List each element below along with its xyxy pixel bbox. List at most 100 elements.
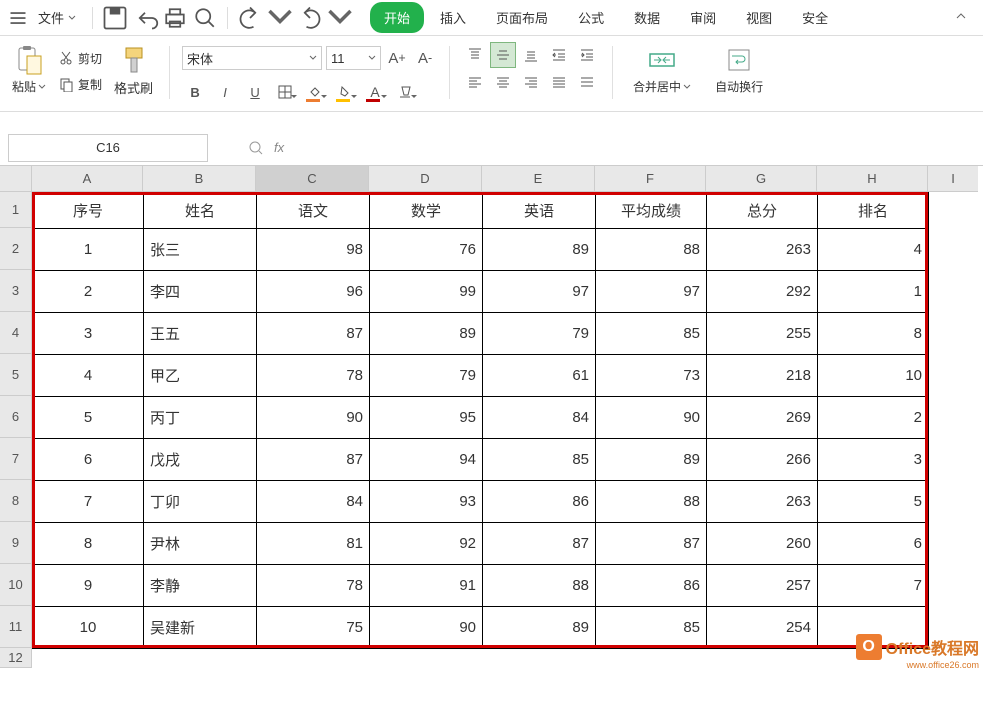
cell[interactable]: 87 [257, 439, 370, 481]
cell[interactable]: 87 [596, 523, 707, 565]
header-cell[interactable]: 英语 [483, 193, 596, 229]
align-right-button[interactable] [518, 70, 544, 96]
cell[interactable]: 6 [818, 523, 929, 565]
name-box[interactable]: C16 [8, 134, 208, 162]
cell[interactable]: 2 [33, 271, 144, 313]
col-header[interactable]: C [256, 166, 369, 192]
row-header[interactable]: 7 [0, 438, 32, 480]
align-top-button[interactable] [462, 42, 488, 68]
cell[interactable]: 85 [596, 607, 707, 649]
cell[interactable]: 3 [33, 313, 144, 355]
cell[interactable]: 91 [370, 565, 483, 607]
cell[interactable]: 95 [370, 397, 483, 439]
increase-font-button[interactable]: A+ [385, 46, 409, 70]
col-header[interactable]: E [482, 166, 595, 192]
tab-data[interactable]: 数据 [620, 2, 674, 33]
cell[interactable]: 李四 [144, 271, 257, 313]
cell-grid[interactable]: 序号 姓名 语文 数学 英语 平均成绩 总分 排名 1 张三 98 76 89 … [32, 192, 929, 668]
redo-dropdown[interactable] [296, 4, 324, 32]
header-cell[interactable]: 语文 [257, 193, 370, 229]
cell[interactable]: 丁卯 [144, 481, 257, 523]
cell[interactable]: 9 [33, 565, 144, 607]
row-header[interactable]: 1 [0, 192, 32, 228]
tab-view[interactable]: 视图 [732, 2, 786, 33]
cell[interactable]: 75 [257, 607, 370, 649]
cell[interactable]: 94 [370, 439, 483, 481]
cell[interactable]: 96 [257, 271, 370, 313]
align-middle-button[interactable] [490, 42, 516, 68]
row-header[interactable]: 9 [0, 522, 32, 564]
print-button[interactable] [161, 4, 189, 32]
header-cell[interactable]: 总分 [707, 193, 818, 229]
cell[interactable]: 8 [818, 313, 929, 355]
cell[interactable]: 戊戌 [144, 439, 257, 481]
tab-review[interactable]: 审阅 [676, 2, 730, 33]
cell[interactable]: 263 [707, 481, 818, 523]
highlight-button[interactable] [332, 79, 358, 105]
bold-button[interactable]: B [182, 79, 208, 105]
align-bottom-button[interactable] [518, 42, 544, 68]
cell[interactable]: 93 [370, 481, 483, 523]
cell[interactable]: 254 [707, 607, 818, 649]
cell[interactable]: 8 [33, 523, 144, 565]
border-button[interactable] [272, 79, 298, 105]
print-preview-button[interactable] [191, 4, 219, 32]
cell[interactable]: 84 [257, 481, 370, 523]
cell[interactable]: 88 [596, 481, 707, 523]
cell[interactable]: 269 [707, 397, 818, 439]
row-header[interactable]: 10 [0, 564, 32, 606]
cell[interactable]: 81 [257, 523, 370, 565]
cell[interactable]: 85 [483, 439, 596, 481]
cell[interactable]: 6 [33, 439, 144, 481]
cell[interactable]: 73 [596, 355, 707, 397]
cell[interactable]: 7 [818, 565, 929, 607]
cell[interactable]: 76 [370, 229, 483, 271]
cell[interactable]: 292 [707, 271, 818, 313]
decrease-indent-button[interactable] [546, 42, 572, 68]
cell[interactable]: 97 [483, 271, 596, 313]
cell[interactable]: 7 [33, 481, 144, 523]
cell[interactable]: 79 [370, 355, 483, 397]
cell[interactable]: 79 [483, 313, 596, 355]
cell[interactable]: 尹林 [144, 523, 257, 565]
font-color-button[interactable]: A [362, 79, 388, 105]
underline-button[interactable]: U [242, 79, 268, 105]
cell[interactable]: 4 [818, 229, 929, 271]
tab-formula[interactable]: 公式 [564, 2, 618, 33]
tab-insert[interactable]: 插入 [426, 2, 480, 33]
cell[interactable]: 89 [370, 313, 483, 355]
cell[interactable]: 87 [483, 523, 596, 565]
fx-label[interactable]: fx [274, 140, 284, 155]
cell[interactable]: 张三 [144, 229, 257, 271]
chevron-down-icon[interactable] [326, 4, 354, 32]
tab-page-layout[interactable]: 页面布局 [482, 2, 562, 33]
format-painter-button[interactable]: 格式刷 [110, 42, 157, 111]
header-cell[interactable]: 平均成绩 [596, 193, 707, 229]
cell[interactable]: 90 [257, 397, 370, 439]
cell[interactable]: 92 [370, 523, 483, 565]
hamburger-icon[interactable] [8, 8, 28, 28]
cell[interactable]: 61 [483, 355, 596, 397]
cell[interactable]: 5 [818, 481, 929, 523]
cell[interactable]: 257 [707, 565, 818, 607]
cell[interactable]: 吴建新 [144, 607, 257, 649]
cell[interactable]: 88 [596, 229, 707, 271]
font-name-select[interactable]: 宋体 [182, 46, 322, 70]
cell[interactable]: 266 [707, 439, 818, 481]
save-button[interactable] [101, 4, 129, 32]
row-header[interactable]: 3 [0, 270, 32, 312]
undo-dropdown[interactable] [236, 4, 264, 32]
tab-start[interactable]: 开始 [370, 2, 424, 33]
cell[interactable]: 85 [596, 313, 707, 355]
clear-format-button[interactable] [392, 79, 418, 105]
cell[interactable]: 李静 [144, 565, 257, 607]
align-left-button[interactable] [462, 70, 488, 96]
search-icon[interactable] [248, 140, 264, 156]
col-header[interactable]: D [369, 166, 482, 192]
increase-indent-button[interactable] [574, 42, 600, 68]
cell[interactable]: 86 [483, 481, 596, 523]
wrap-text-button[interactable]: 自动换行 [707, 42, 771, 111]
col-header[interactable]: A [32, 166, 143, 192]
file-menu[interactable]: 文件 [30, 4, 84, 31]
cell[interactable]: 86 [596, 565, 707, 607]
